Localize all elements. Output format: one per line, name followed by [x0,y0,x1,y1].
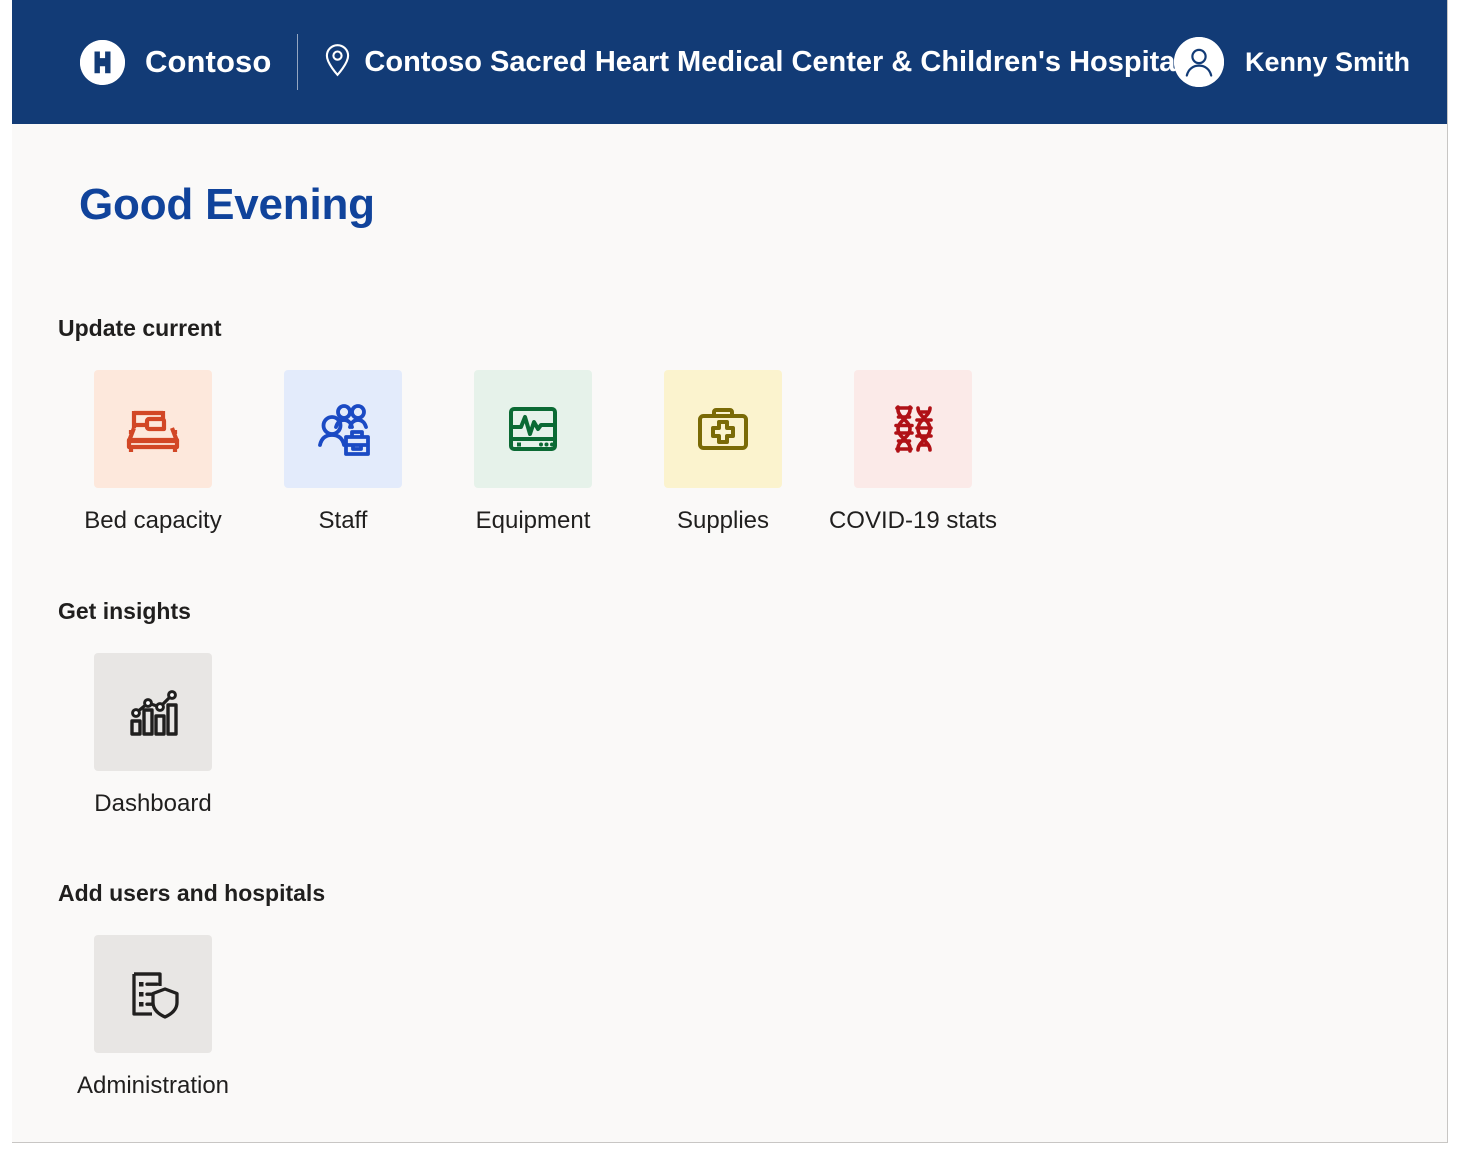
user-name: Kenny Smith [1244,46,1410,77]
tile-equipment[interactable]: Equipment [438,370,628,535]
tile-label: Staff [318,507,368,534]
first-aid-kit-icon [698,408,748,450]
ecg-monitor-icon [509,407,557,451]
staff-icon-box [284,370,402,488]
bar-chart-trend-icon [130,690,178,736]
facility-selector[interactable]: Contoso Sacred Heart Medical Center & Ch… [324,43,1183,82]
app-header: Contoso Contoso Sacred Heart Medical Cen… [12,0,1447,124]
tile-row-update-current: Bed capacity Staff Equipment Supplies CO… [58,370,1008,535]
location-pin-icon [324,43,351,82]
supplies-icon-box [664,370,782,488]
section-get-insights: Get insights Dashboard [58,598,248,818]
administration-icon-box [94,935,212,1053]
dashboard-icon-box [94,653,212,771]
user-avatar-icon [1173,37,1224,87]
tile-administration[interactable]: Administration [58,935,248,1100]
greeting-heading: Good Evening [79,180,375,229]
user-menu[interactable]: Kenny Smith [1173,37,1410,87]
brand-name: Contoso [145,44,272,79]
tile-covid-19-stats[interactable]: COVID-19 stats [818,370,1008,535]
bed-icon-box [94,370,212,488]
header-divider [297,34,299,90]
brand-group[interactable]: Contoso [80,39,272,85]
facility-name: Contoso Sacred Heart Medical Center & Ch… [364,45,1184,78]
tile-dashboard[interactable]: Dashboard [58,653,248,818]
page-body: Good Evening Update current Bed capacity… [12,124,1447,1142]
equipment-icon-box [474,370,592,488]
app-window: Contoso Contoso Sacred Heart Medical Cen… [12,0,1448,1143]
covid-icon-box [854,370,972,488]
tile-row-get-insights: Dashboard [58,653,248,818]
tile-staff[interactable]: Staff [248,370,438,535]
section-title: Update current [58,315,222,341]
section-update-current: Update current Bed capacity Staff Equipm… [58,315,1008,535]
dna-helix-icon [894,405,933,453]
section-title: Get insights [58,598,191,624]
tile-label: Dashboard [94,790,212,817]
section-add-users-and-hospitals: Add users and hospitals Administration [58,880,325,1100]
bed-icon [126,410,180,452]
tile-label: Administration [76,1072,230,1099]
tile-label: Equipment [475,507,591,534]
section-title: Add users and hospitals [58,880,326,906]
tile-supplies[interactable]: Supplies [628,370,818,535]
tile-label: Bed capacity [84,507,222,534]
tile-label: Supplies [676,507,770,534]
staff-people-icon [318,404,370,456]
hospital-h-logo-icon [80,39,125,85]
tile-row-administration: Administration [58,935,325,1100]
list-shield-icon [132,972,179,1019]
tile-bed-capacity[interactable]: Bed capacity [58,370,248,535]
tile-label: COVID-19 stats [828,507,998,534]
